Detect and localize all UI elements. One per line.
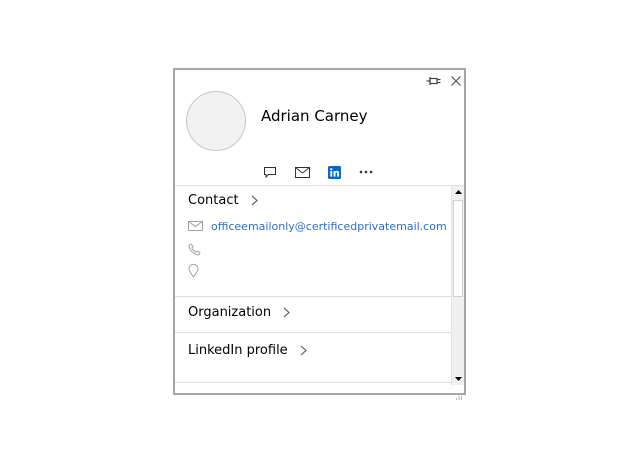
linkedin-button[interactable] <box>325 163 343 181</box>
location-pin-icon <box>188 264 204 278</box>
mail-icon <box>294 166 310 178</box>
arrow-up-icon <box>454 190 462 194</box>
arrow-down-icon <box>454 377 462 381</box>
pin-icon <box>426 77 441 85</box>
scroll-up-button[interactable] <box>452 186 464 198</box>
pin-button[interactable] <box>424 72 444 90</box>
person-name: Adrian Carney <box>261 107 368 125</box>
linkedin-icon <box>327 165 341 179</box>
action-bar <box>261 163 375 181</box>
details-scroll-area: Contact officeemailonly@certificedprivat… <box>175 186 451 385</box>
vertical-scrollbar[interactable] <box>451 186 464 385</box>
resize-grip-icon <box>455 393 463 400</box>
scroll-down-button[interactable] <box>452 373 464 385</box>
contact-section-header[interactable]: Contact <box>188 193 258 208</box>
phone-icon <box>188 242 204 256</box>
chevron-right-icon <box>251 195 258 206</box>
chat-icon <box>264 166 276 178</box>
location-row <box>188 264 204 278</box>
mail-icon <box>188 219 204 233</box>
section-divider <box>175 296 451 297</box>
chevron-right-icon <box>283 307 290 318</box>
chat-button[interactable] <box>261 163 279 181</box>
close-button[interactable] <box>447 72 465 90</box>
email-link[interactable]: officeemailonly@certificedprivatemail.co… <box>211 220 447 233</box>
avatar <box>186 91 246 151</box>
scrollbar-thumb[interactable] <box>453 200 463 297</box>
organization-section-header[interactable]: Organization <box>188 305 290 320</box>
mail-button[interactable] <box>293 163 311 181</box>
section-divider <box>175 332 451 333</box>
contact-card: Adrian Carney Contact officeemailonly@ce… <box>173 68 466 400</box>
contact-section-title: Contact <box>188 193 239 208</box>
chevron-right-icon <box>300 345 307 356</box>
email-row: officeemailonly@certificedprivatemail.co… <box>188 219 447 233</box>
section-divider <box>175 382 451 383</box>
linkedin-section-title: LinkedIn profile <box>188 343 288 358</box>
resize-grip[interactable] <box>455 385 463 400</box>
close-icon <box>451 76 461 86</box>
linkedin-section-header[interactable]: LinkedIn profile <box>188 343 307 358</box>
more-icon <box>359 170 373 174</box>
phone-row <box>188 242 204 256</box>
more-options-button[interactable] <box>357 163 375 181</box>
organization-section-title: Organization <box>188 305 272 320</box>
